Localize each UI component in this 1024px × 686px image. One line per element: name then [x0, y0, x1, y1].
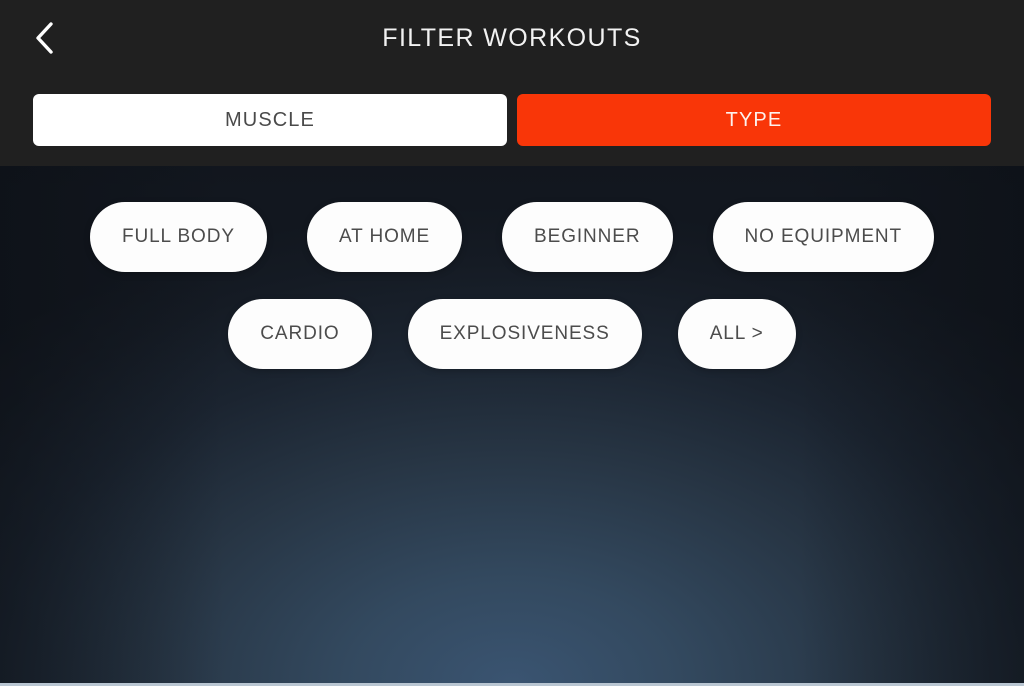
filter-pill-beginner[interactable]: BEGINNER — [502, 202, 673, 272]
app-header: FILTER WORKOUTS MUSCLE TYPE — [0, 0, 1024, 166]
filter-pill-explosiveness[interactable]: EXPLOSIVENESS — [407, 299, 642, 369]
filter-pill-full-body[interactable]: FULL BODY — [89, 202, 267, 272]
filter-pill-row-1: FULL BODY AT HOME BEGINNER NO EQUIPMENT — [0, 202, 1024, 272]
filter-pill-cardio[interactable]: CARDIO — [228, 299, 372, 369]
filter-pill-row-2: CARDIO EXPLOSIVENESS ALL > — [0, 299, 1024, 369]
filter-pill-all[interactable]: ALL > — [677, 299, 796, 369]
filter-pill-no-equipment[interactable]: NO EQUIPMENT — [712, 202, 935, 272]
filter-workouts-screen: FILTER WORKOUTS MUSCLE TYPE FULL BODY AT… — [0, 0, 1024, 686]
tab-muscle[interactable]: MUSCLE — [33, 94, 507, 146]
filter-tab-group: MUSCLE TYPE — [33, 94, 991, 146]
filter-pill-at-home[interactable]: AT HOME — [306, 202, 463, 272]
tab-type[interactable]: TYPE — [517, 94, 991, 146]
filter-pill-area: FULL BODY AT HOME BEGINNER NO EQUIPMENT … — [0, 166, 1024, 369]
page-title: FILTER WORKOUTS — [382, 24, 642, 52]
